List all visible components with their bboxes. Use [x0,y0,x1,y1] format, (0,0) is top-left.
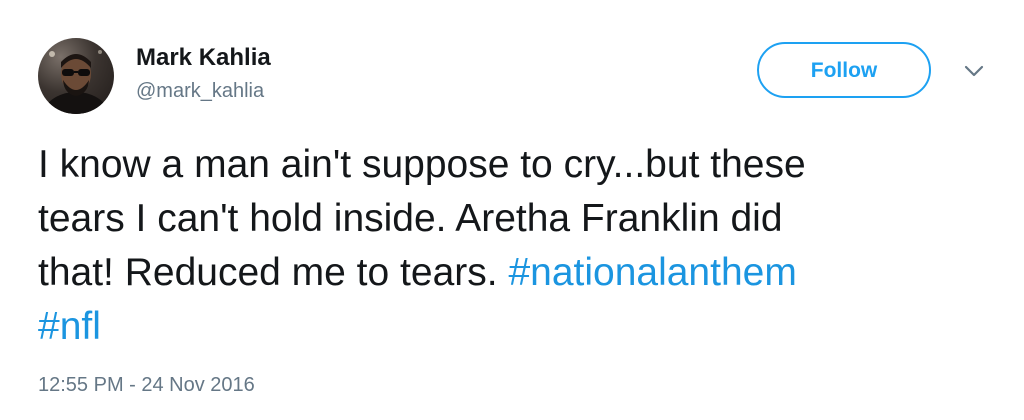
hashtag-link-nationalanthem[interactable]: #nationalanthem [508,251,796,294]
tweet-text-line: tears I can't hold inside. Aretha Frankl… [38,197,783,240]
user-handle[interactable]: @mark_kahlia [136,80,264,103]
tweet-text: I know a man ain't suppose to cry...but … [38,138,998,354]
tweet-timestamp[interactable]: 12:55 PM - 24 Nov 2016 [38,374,255,397]
avatar[interactable] [38,38,114,114]
tweet-text-line: that! Reduced me to tears. [38,251,498,294]
hashtag-link-nfl[interactable]: #nfl [38,305,101,348]
tweet-card: Mark Kahlia @mark_kahlia Follow I know a… [0,0,1024,420]
avatar-icon [42,50,110,114]
chevron-down-icon[interactable] [963,63,985,79]
display-name[interactable]: Mark Kahlia [136,44,271,72]
follow-button[interactable]: Follow [757,42,931,98]
tweet-text-line: I know a man ain't suppose to cry...but … [38,143,806,186]
